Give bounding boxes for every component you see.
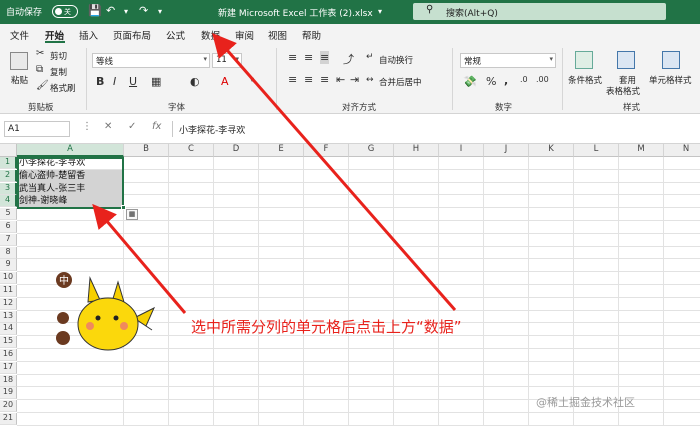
annotation-text: 选中所需分列的单元格后点击上方“数据” xyxy=(191,318,462,336)
arrow-to-data-tab xyxy=(212,32,457,311)
annotation-arrows xyxy=(92,32,457,314)
watermark: @稀土掘金技术社区 xyxy=(536,396,635,409)
arrow-to-cells xyxy=(92,203,187,314)
